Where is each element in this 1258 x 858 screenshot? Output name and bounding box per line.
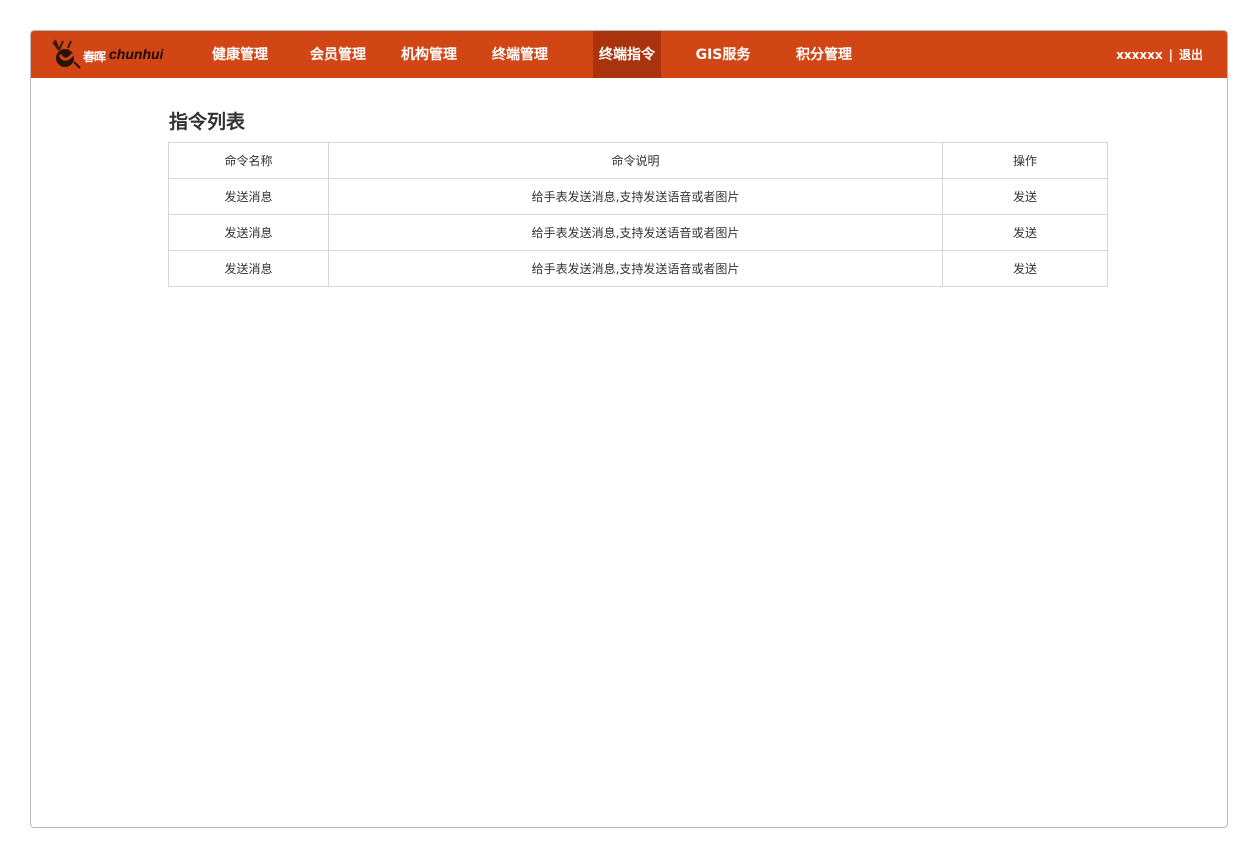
nav-item-terminal-commands[interactable]: 终端指令 (593, 31, 661, 78)
table-row: 发送消息 给手表发送消息,支持发送语音或者图片 发送 (168, 250, 1108, 287)
command-name-cell: 发送消息 (168, 250, 329, 287)
nav-item-points[interactable]: 积分管理 (795, 31, 853, 78)
table-row: 发送消息 给手表发送消息,支持发送语音或者图片 发送 (168, 214, 1108, 251)
command-description-cell: 给手表发送消息,支持发送语音或者图片 (328, 214, 943, 251)
column-header-description: 命令说明 (328, 142, 943, 179)
command-table: 命令名称 命令说明 操作 发送消息 给手表发送消息,支持发送语音或者图片 发送 … (168, 142, 1108, 287)
user-separator: | (1168, 48, 1173, 62)
brand-logo[interactable]: 春晖 chunhui (49, 38, 174, 70)
nav-item-health[interactable]: 健康管理 (211, 31, 269, 78)
send-button[interactable]: 发送 (1013, 190, 1037, 204)
command-description-cell: 给手表发送消息,支持发送语音或者图片 (328, 178, 943, 215)
app-window: 春晖 chunhui 健康管理 会员管理 机构管理 终端管理 终端指令 GIS服… (30, 30, 1228, 828)
logout-link[interactable]: 退出 (1179, 48, 1203, 62)
top-navigation-bar: 春晖 chunhui 健康管理 会员管理 机构管理 终端管理 终端指令 GIS服… (31, 31, 1227, 78)
command-description-cell: 给手表发送消息,支持发送语音或者图片 (328, 250, 943, 287)
column-header-action: 操作 (942, 142, 1108, 179)
page-title: 指令列表 (169, 111, 246, 133)
table-header-row: 命令名称 命令说明 操作 (168, 142, 1108, 179)
username: xxxxxx (1116, 48, 1163, 62)
command-name-cell: 发送消息 (168, 214, 329, 251)
brand-name-cn: 春晖 (83, 50, 106, 64)
user-area: xxxxxx | 退出 (1116, 31, 1203, 78)
nav-item-gis[interactable]: GIS服务 (693, 31, 753, 78)
nav-item-terminals[interactable]: 终端管理 (491, 31, 549, 78)
deer-logo-icon (52, 39, 81, 69)
send-button[interactable]: 发送 (1013, 226, 1037, 240)
brand-name-en: chunhui (109, 46, 164, 62)
command-action-cell: 发送 (942, 250, 1108, 287)
nav-item-institutions[interactable]: 机构管理 (400, 31, 458, 78)
command-action-cell: 发送 (942, 214, 1108, 251)
send-button[interactable]: 发送 (1013, 262, 1037, 276)
nav-item-members[interactable]: 会员管理 (309, 31, 367, 78)
command-action-cell: 发送 (942, 178, 1108, 215)
command-name-cell: 发送消息 (168, 178, 329, 215)
column-header-name: 命令名称 (168, 142, 329, 179)
table-row: 发送消息 给手表发送消息,支持发送语音或者图片 发送 (168, 178, 1108, 215)
